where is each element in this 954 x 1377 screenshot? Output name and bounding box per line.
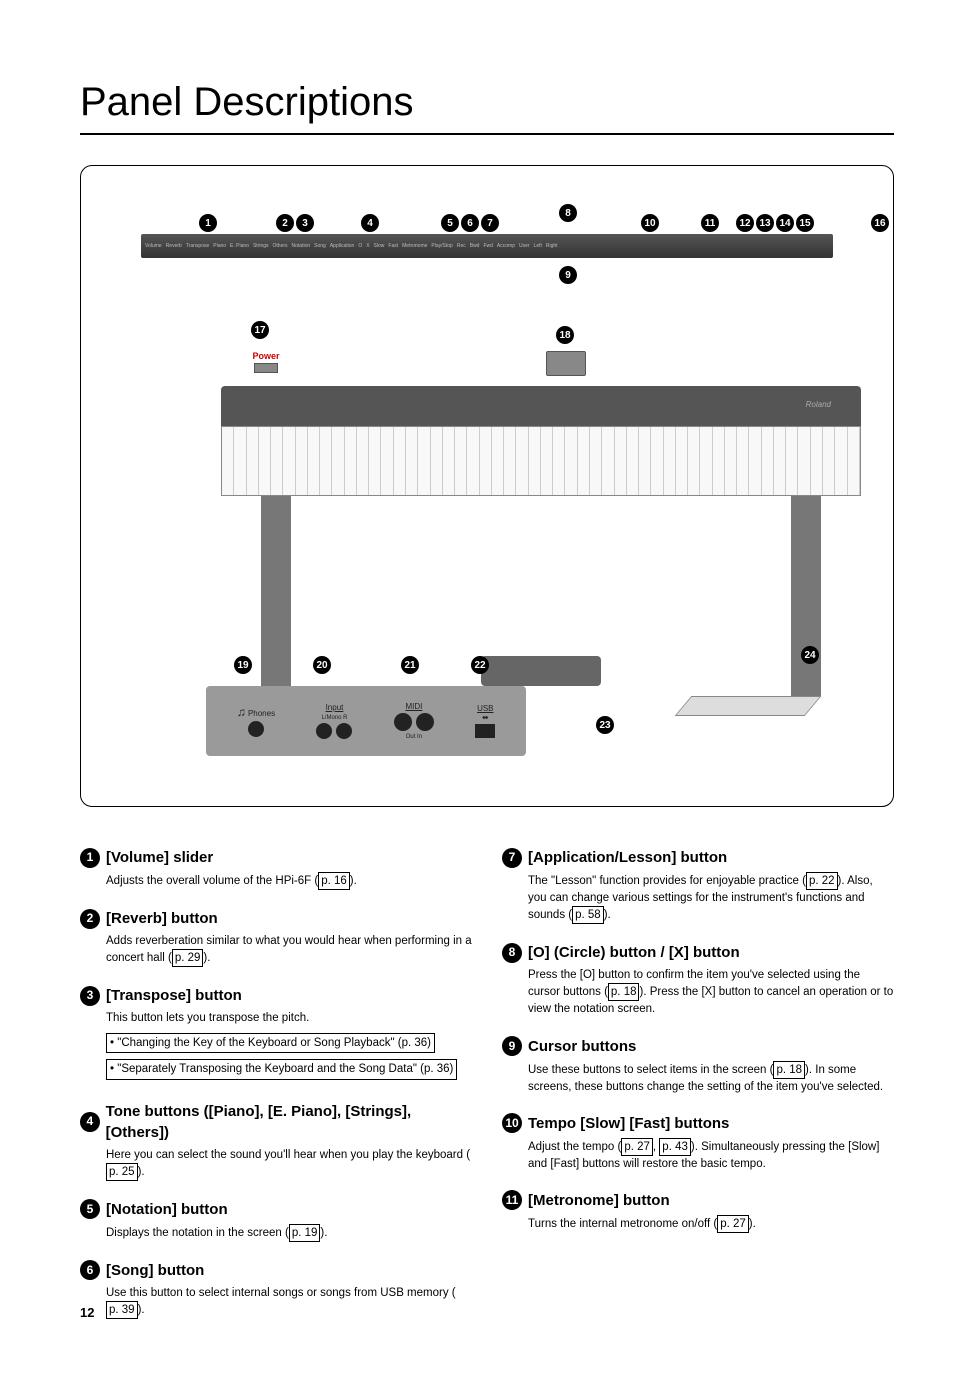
callout-17: 17	[251, 321, 269, 339]
top-control-panel: VolumeReverbTransposePianoE. PianoString…	[101, 186, 873, 296]
desc-item-10: 10 Tempo [Slow] [Fast] buttons Adjust the …	[502, 1113, 894, 1172]
description-column-right: 7 [Application/Lesson] button The "Lesson"…	[502, 847, 894, 1337]
item-badge: 11	[502, 1190, 522, 1210]
power-switch[interactable]: Power	[241, 351, 291, 375]
desc-item-1: 1 [Volume] slider Adjusts the overall volu…	[80, 847, 472, 890]
desc-item-3: 3 [Transpose] button This button lets you …	[80, 985, 472, 1082]
callout-4: 4	[361, 214, 379, 232]
item-badge: 2	[80, 909, 100, 929]
panel-diagram: VolumeReverbTransposePianoE. PianoString…	[80, 165, 894, 807]
item-badge: 5	[80, 1199, 100, 1219]
item-body: Use these buttons to select items in the…	[528, 1061, 894, 1095]
item-body: Press the [O] button to confirm the item…	[528, 967, 894, 1017]
desc-item-9: 9 Cursor buttons Use these buttons to sele…	[502, 1036, 894, 1095]
item-body: Displays the notation in the screen (p. …	[106, 1224, 472, 1242]
pedals	[481, 656, 601, 686]
item-body: Adjust the tempo (p. 27, p. 43). Simulta…	[528, 1138, 894, 1172]
xref-link[interactable]: "Separately Transposing the Keyboard and…	[106, 1059, 457, 1079]
callout-2: 2	[276, 214, 294, 232]
item-badge: 6	[80, 1260, 100, 1280]
page-number: 12	[80, 1305, 94, 1320]
description-column-left: 1 [Volume] slider Adjusts the overall volu…	[80, 847, 472, 1337]
callout-5: 5	[441, 214, 459, 232]
item-title: [Notation] button	[106, 1199, 228, 1220]
callout-7: 7	[481, 214, 499, 232]
item-title: [Metronome] button	[528, 1190, 670, 1211]
item-body: Use this button to select internal songs…	[106, 1285, 472, 1319]
desc-item-5: 5 [Notation] button Displays the notation …	[80, 1199, 472, 1242]
callout-22: 22	[471, 656, 489, 674]
item-body: Turns the internal metronome on/off (p. …	[528, 1215, 894, 1233]
callout-1: 1	[199, 214, 217, 232]
input-jacks[interactable]: Input L/Mono R	[316, 703, 352, 739]
callout-13: 13	[756, 214, 774, 232]
item-title: Tone buttons ([Piano], [E. Piano], [Stri…	[106, 1101, 472, 1143]
midi-ports[interactable]: MIDI Out In	[394, 702, 434, 740]
item-badge: 8	[502, 943, 522, 963]
item-body: Adds reverberation similar to what you w…	[106, 933, 472, 967]
item-badge: 1	[80, 848, 100, 868]
desc-item-2: 2 [Reverb] button Adds reverberation simil…	[80, 908, 472, 967]
item-badge: 3	[80, 986, 100, 1006]
callout-10: 10	[641, 214, 659, 232]
desc-item-7: 7 [Application/Lesson] button The "Lesson"…	[502, 847, 894, 924]
desc-item-11: 11 [Metronome] button Turns the internal m…	[502, 1190, 894, 1233]
item-title: Tempo [Slow] [Fast] buttons	[528, 1113, 729, 1134]
callout-20: 20	[313, 656, 331, 674]
desc-item-8: 8 [O] (Circle) button / [X] button Press t…	[502, 942, 894, 1017]
rear-port-panel: ♫ Phones Input L/Mono R MIDI Out In USB⬌	[206, 686, 526, 756]
item-body: This button lets you transpose the pitch…	[106, 1010, 472, 1082]
item-title: [Transpose] button	[106, 985, 242, 1006]
item-body: Here you can select the sound you'll hea…	[106, 1147, 472, 1181]
item-title: [Song] button	[106, 1260, 204, 1281]
item-badge: 7	[502, 848, 522, 868]
item-title: [Volume] slider	[106, 847, 213, 868]
page-title: Panel Descriptions	[80, 80, 894, 135]
phones-jack[interactable]: ♫ Phones	[237, 705, 275, 737]
callout-15: 15	[796, 214, 814, 232]
callout-16: 16	[871, 214, 889, 232]
piano-illustration: Power 17 18 Roland ♫ Phones Input	[101, 306, 873, 786]
item-body: The "Lesson" function provides for enjoy…	[528, 872, 894, 924]
footprint-outline	[675, 696, 822, 716]
xref-link[interactable]: "Changing the Key of the Keyboard or Son…	[106, 1033, 435, 1053]
callout-24: 24	[801, 646, 819, 664]
callout-3: 3	[296, 214, 314, 232]
item-badge: 10	[502, 1113, 522, 1133]
item-title: [Reverb] button	[106, 908, 218, 929]
callout-11: 11	[701, 214, 719, 232]
callout-21: 21	[401, 656, 419, 674]
desc-item-6: 6 [Song] button Use this button to select …	[80, 1260, 472, 1319]
usb-port[interactable]: USB⬌	[475, 704, 495, 738]
callout-19: 19	[234, 656, 252, 674]
item-title: [Application/Lesson] button	[528, 847, 727, 868]
callout-8: 8	[559, 204, 577, 222]
callout-18: 18	[556, 326, 574, 344]
lid-handle	[546, 351, 586, 376]
panel-button-labels: VolumeReverbTransposePianoE. PianoString…	[143, 236, 831, 256]
callout-23: 23	[596, 716, 614, 734]
item-title: [O] (Circle) button / [X] button	[528, 942, 740, 963]
desc-item-4: 4 Tone buttons ([Piano], [E. Piano], [Str…	[80, 1101, 472, 1181]
callout-9: 9	[559, 266, 577, 284]
brand-logo: Roland	[806, 400, 831, 409]
callout-14: 14	[776, 214, 794, 232]
item-badge: 9	[502, 1036, 522, 1056]
callout-6: 6	[461, 214, 479, 232]
item-body: Adjusts the overall volume of the HPi-6F…	[106, 872, 472, 890]
item-badge: 4	[80, 1112, 100, 1132]
item-title: Cursor buttons	[528, 1036, 636, 1057]
callout-12: 12	[736, 214, 754, 232]
